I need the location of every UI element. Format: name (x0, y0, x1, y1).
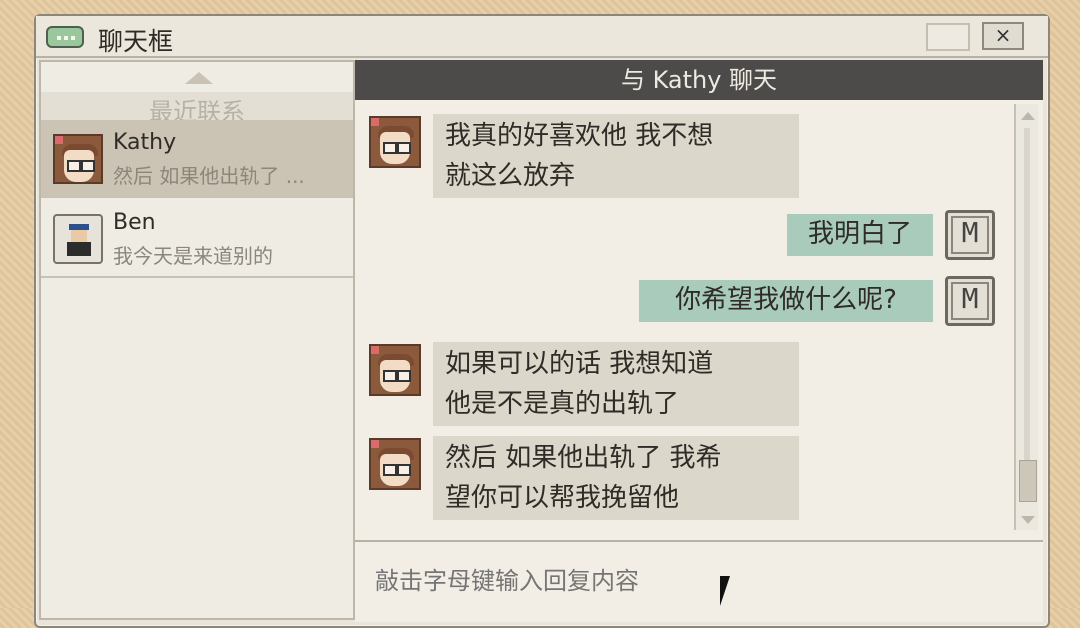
contact-name: Kathy (113, 130, 177, 155)
kathy-avatar (53, 134, 103, 184)
reply-input-area (355, 540, 1043, 622)
contact-preview: 然后 如果他出轨了 ... (113, 164, 305, 188)
kathy-avatar (369, 344, 421, 396)
contact-name: Ben (113, 210, 156, 235)
message-list: 我真的好喜欢他 我不想 就这么放弃 我明白了 M 你希望我做什么呢? M 如果可… (355, 100, 1011, 540)
message-bubble-outgoing: 你希望我做什么呢? (639, 280, 933, 322)
scroll-up-icon[interactable] (185, 72, 213, 84)
message-scrollbar[interactable] (1014, 104, 1038, 530)
scroll-up-icon[interactable] (1021, 112, 1035, 120)
player-avatar: M (945, 276, 995, 326)
title-bar[interactable]: 聊天框 × (36, 16, 1048, 58)
contact-kathy[interactable]: Kathy 然后 如果他出轨了 ... (41, 120, 353, 198)
close-button[interactable]: × (982, 22, 1024, 50)
message-bubble: 我真的好喜欢他 我不想 就这么放弃 (433, 114, 799, 198)
ben-avatar (53, 214, 103, 264)
chat-bubble-icon (46, 26, 84, 48)
chat-panel: 与 Kathy 聊天 我真的好喜欢他 我不想 就这么放弃 我明白了 M 你希望我… (355, 60, 1043, 622)
mouse-cursor-icon (720, 576, 730, 606)
contacts-panel: 最近联系 Kathy 然后 如果他出轨了 ... Ben 我今天是来道别的 (39, 60, 355, 620)
contact-preview: 我今天是来道别的 (113, 244, 273, 268)
contacts-header: 最近联系 (41, 92, 353, 126)
kathy-avatar (369, 438, 421, 490)
message-bubble: 然后 如果他出轨了 我希 望你可以帮我挽留他 (433, 436, 799, 520)
message-bubble-outgoing: 我明白了 (787, 214, 933, 256)
maximize-button[interactable] (926, 23, 970, 51)
window-title: 聊天框 (98, 27, 174, 56)
message-bubble: 如果可以的话 我想知道 他是不是真的出轨了 (433, 342, 799, 426)
scroll-thumb[interactable] (1019, 460, 1037, 502)
chat-window: 聊天框 × 最近联系 Kathy 然后 如果他出轨了 ... Ben 我今天是来… (34, 14, 1050, 628)
player-avatar: M (945, 210, 995, 260)
kathy-avatar (369, 116, 421, 168)
contact-ben[interactable]: Ben 我今天是来道别的 (41, 200, 353, 278)
scroll-track[interactable] (1024, 128, 1030, 498)
chat-header: 与 Kathy 聊天 (355, 60, 1043, 100)
scroll-down-icon[interactable] (1021, 516, 1035, 524)
reply-input[interactable] (373, 562, 1017, 600)
